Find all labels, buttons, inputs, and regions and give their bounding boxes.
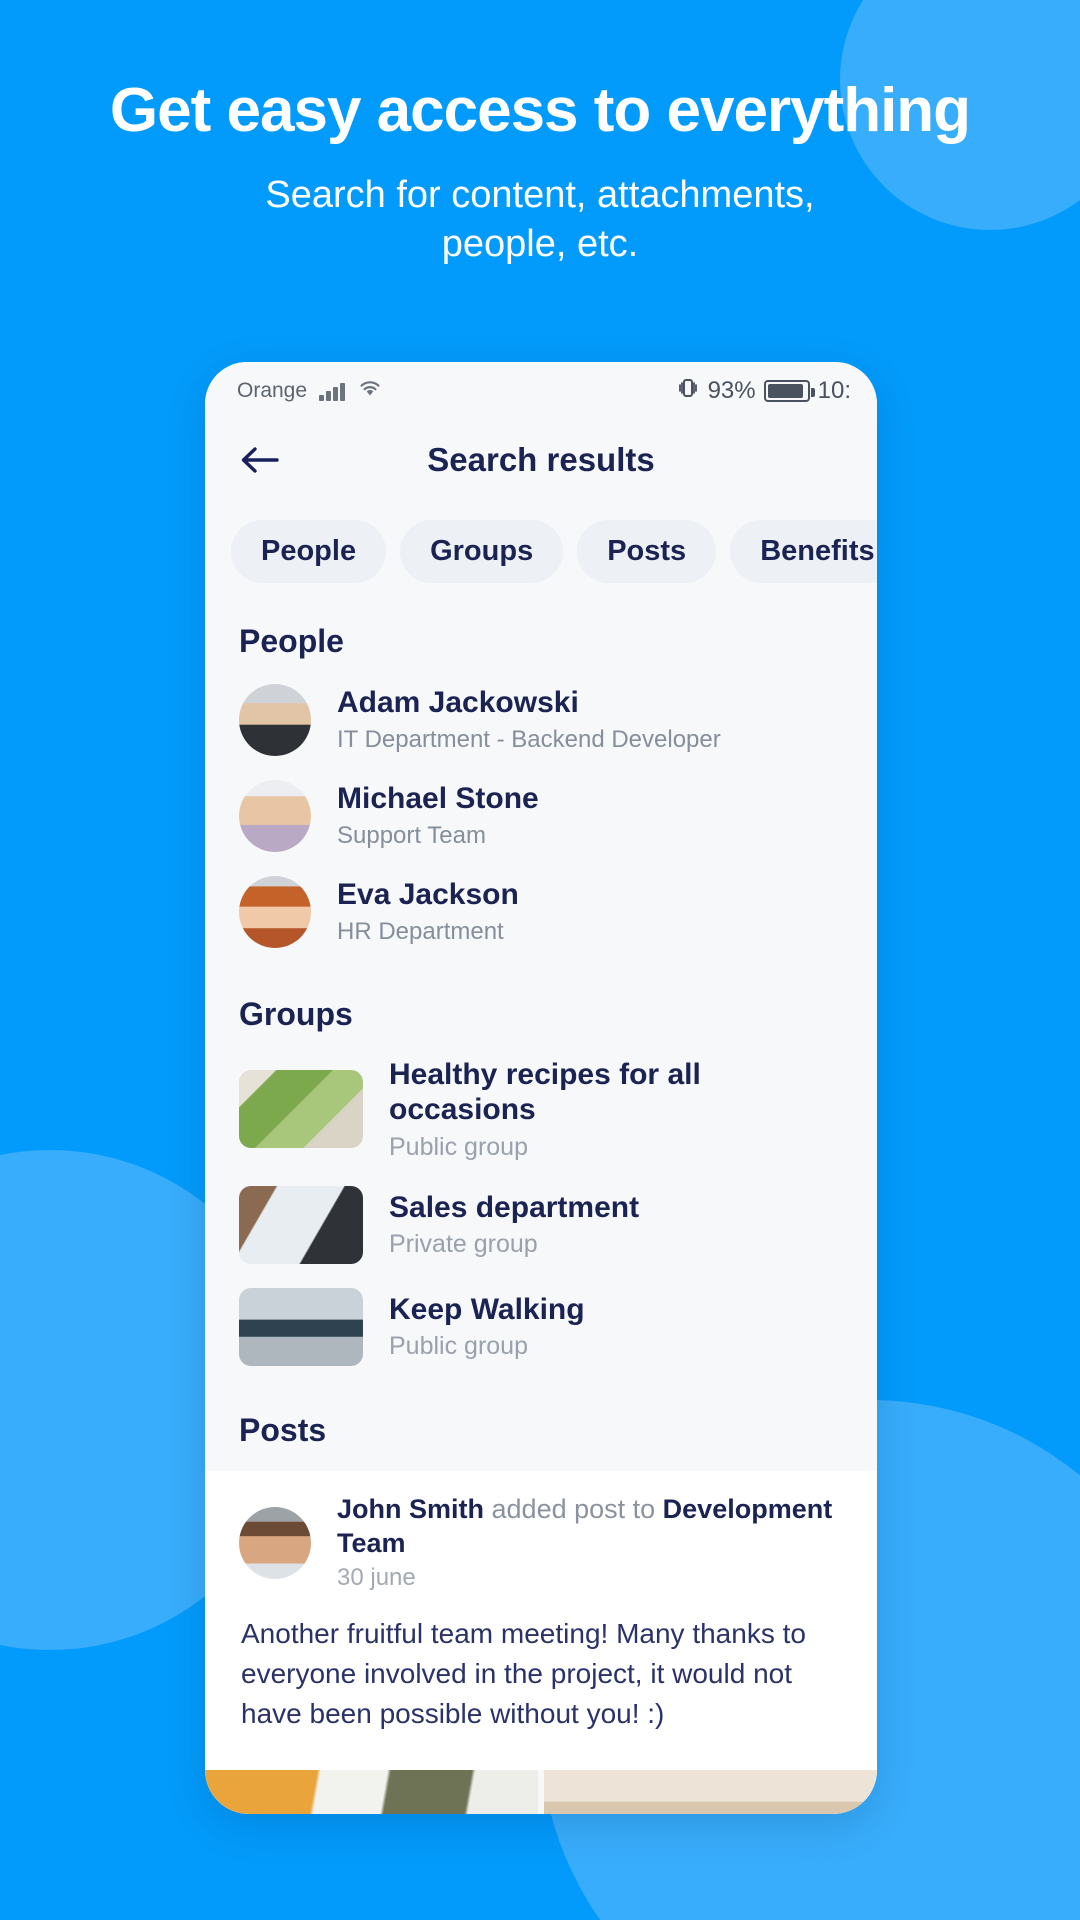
post-author[interactable]: John Smith: [337, 1494, 484, 1524]
list-item[interactable]: Adam Jackowski IT Department - Backend D…: [205, 672, 877, 768]
person-name: Adam Jackowski: [337, 686, 579, 720]
avatar: [239, 684, 311, 756]
signal-bars-icon: [319, 381, 345, 401]
list-item[interactable]: Eva Jackson HR Department: [205, 864, 877, 960]
phone-mockup: Orange 93% 10: Search results People Gro…: [205, 362, 877, 1814]
group-name: Healthy recipes for all occasions: [389, 1058, 701, 1127]
status-bar: Orange 93% 10:: [205, 362, 877, 414]
tab-benefits[interactable]: Benefits: [730, 520, 877, 583]
battery-percent-label: 93%: [707, 377, 756, 404]
group-info: Sales department Private group: [389, 1190, 639, 1259]
promo-title: Get easy access to everything: [109, 76, 971, 145]
app-bar: Search results: [205, 414, 877, 506]
group-info: Keep Walking Public group: [389, 1292, 585, 1361]
person-name: Eva Jackson: [337, 878, 519, 912]
list-item[interactable]: Healthy recipes for all occasions Public…: [205, 1045, 877, 1174]
post-card[interactable]: John Smith added post to Development Tea…: [205, 1470, 877, 1770]
promo-subtitle: Search for content, attachments, people,…: [0, 171, 1080, 268]
group-privacy: Public group: [389, 1132, 528, 1161]
post-action: added post to: [491, 1493, 656, 1524]
group-privacy: Public group: [389, 1332, 528, 1361]
group-name: Sales department: [389, 1191, 640, 1225]
group-thumbnail: [239, 1070, 363, 1149]
promo-subtitle-line-1: Search for content, attachments,: [265, 174, 815, 217]
tab-groups[interactable]: Groups: [400, 520, 564, 583]
group-thumbnail: [239, 1185, 363, 1264]
person-subtitle: Support Team: [337, 821, 486, 849]
tab-people[interactable]: People: [231, 520, 387, 583]
promo-subtitle-line-2: people, etc.: [441, 222, 639, 265]
section-heading-groups: Groups: [239, 996, 353, 1032]
tab-bar[interactable]: People Groups Posts Benefits Za: [205, 506, 877, 601]
carrier-label: Orange: [237, 379, 308, 402]
person-info: Michael Stone Support Team: [337, 781, 539, 850]
person-info: Eva Jackson HR Department: [337, 877, 519, 946]
group-thumbnail: [239, 1287, 363, 1366]
status-bar-left: Orange: [237, 378, 383, 404]
post-image[interactable]: [205, 1769, 538, 1814]
list-item[interactable]: Michael Stone Support Team: [205, 768, 877, 864]
list-item[interactable]: Sales department Private group: [205, 1174, 877, 1276]
avatar: [239, 1506, 311, 1579]
clock-label: 10:: [817, 377, 851, 404]
wifi-icon: [357, 378, 383, 404]
post-image-gallery[interactable]: [205, 1769, 877, 1814]
list-item[interactable]: Keep Walking Public group: [205, 1276, 877, 1378]
avatar: [239, 780, 311, 852]
post-image[interactable]: [544, 1769, 877, 1814]
section-heading-posts: Posts: [239, 1411, 327, 1448]
post-body: Another fruitful team meeting! Many than…: [241, 1618, 806, 1729]
person-subtitle: IT Department - Backend Developer: [337, 725, 721, 753]
avatar: [239, 876, 311, 948]
post-meta: John Smith added post to Development Tea…: [337, 1493, 843, 1593]
post-header: John Smith added post to Development Tea…: [239, 1493, 843, 1593]
tab-posts[interactable]: Posts: [577, 520, 717, 583]
person-subtitle: HR Department: [337, 917, 504, 945]
person-name: Michael Stone: [337, 782, 539, 816]
group-privacy: Private group: [389, 1230, 538, 1259]
group-name: Keep Walking: [389, 1293, 585, 1327]
post-date: 30 june: [337, 1564, 416, 1592]
section-heading-people: People: [239, 623, 344, 659]
back-arrow-icon[interactable]: [237, 437, 283, 483]
status-bar-right: 93% 10:: [676, 376, 851, 407]
page-title: Search results: [427, 441, 655, 478]
promo-header: Get easy access to everything Search for…: [0, 0, 1080, 268]
search-results-list: People Adam Jackowski IT Department - Ba…: [205, 601, 877, 1814]
person-info: Adam Jackowski IT Department - Backend D…: [337, 685, 721, 754]
group-info: Healthy recipes for all occasions Public…: [389, 1057, 843, 1162]
vibrate-icon: [676, 376, 700, 407]
battery-icon: [763, 380, 815, 402]
